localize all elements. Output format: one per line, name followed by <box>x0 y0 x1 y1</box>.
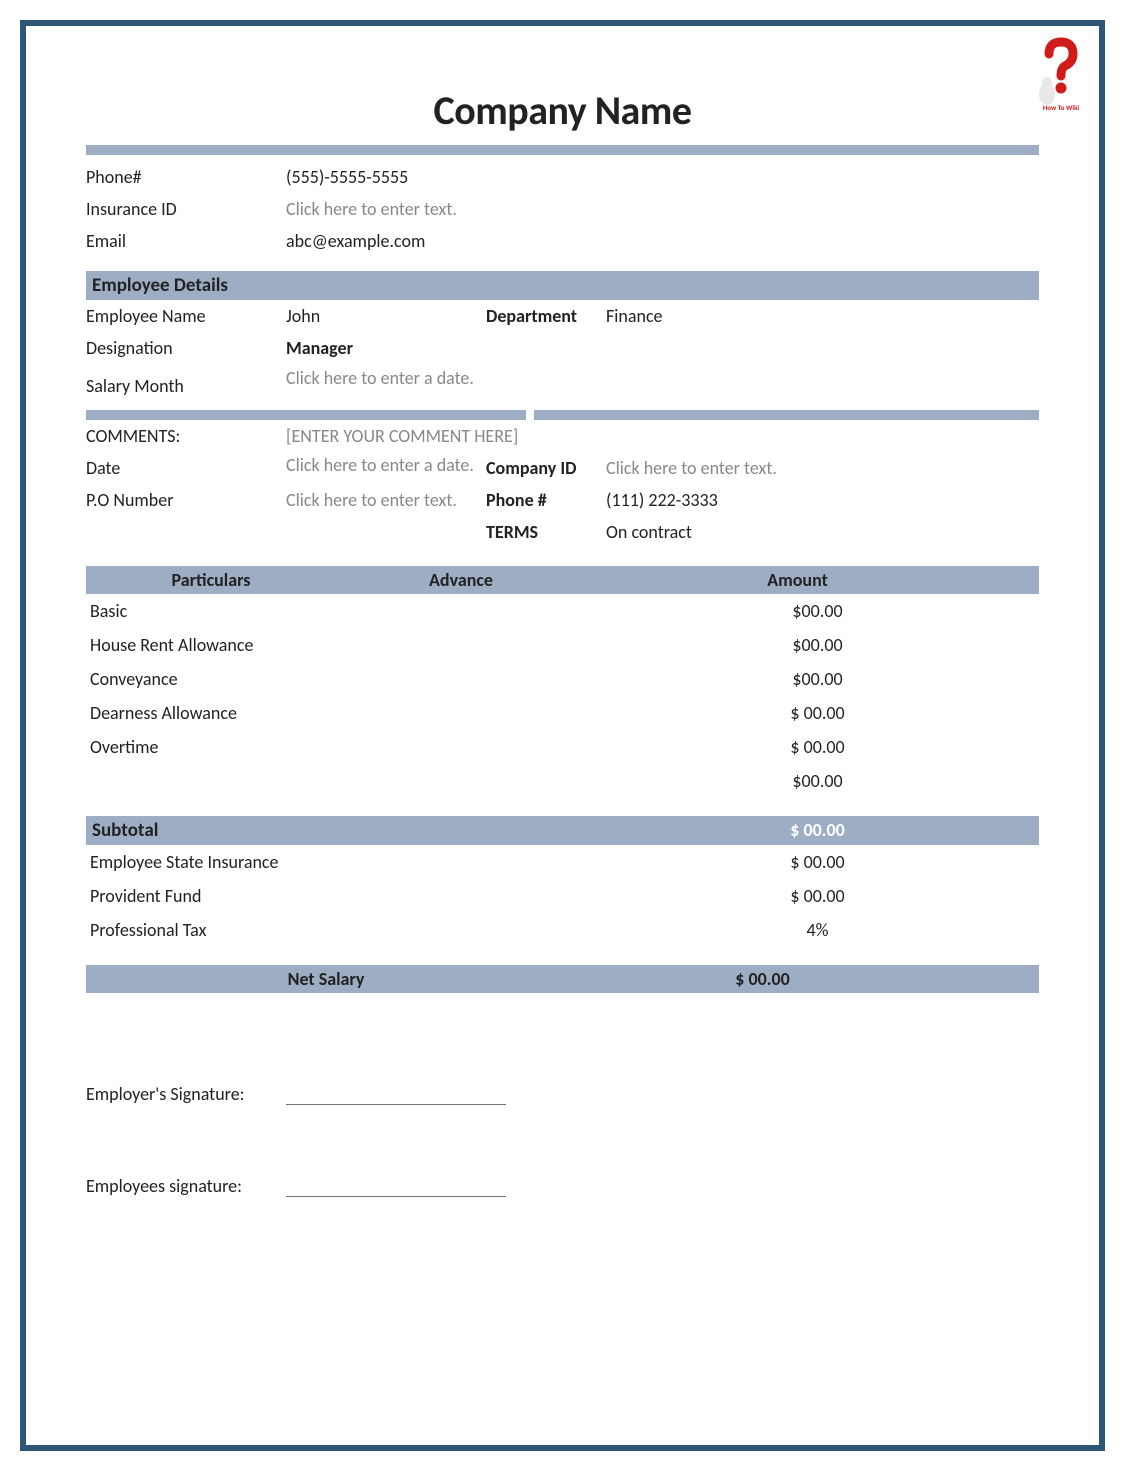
phone-row: Phone# (555)-5555-5555 <box>86 161 1039 193</box>
deduction-line: Professional Tax4% <box>86 913 1039 947</box>
col-amount: Amount <box>586 569 1039 591</box>
employer-signature-field[interactable] <box>286 1087 506 1105</box>
designation-value[interactable]: Manager <box>286 334 486 362</box>
deduction-line: Provident Fund$ 00.00 <box>86 879 1039 913</box>
date-value[interactable]: Click here to enter a date. <box>286 454 486 482</box>
department-label: Department <box>486 302 606 330</box>
particular-label: Overtime <box>86 733 626 761</box>
employee-name-value[interactable]: John <box>286 302 486 330</box>
deduction-rows: Employee State Insurance$ 00.00Provident… <box>86 845 1039 947</box>
insurance-label: Insurance ID <box>86 195 286 223</box>
phone-value[interactable]: (555)-5555-5555 <box>286 163 486 191</box>
particular-amount: $00.00 <box>626 597 1039 625</box>
particular-amount: $ 00.00 <box>626 699 1039 727</box>
particular-amount: $00.00 <box>626 665 1039 693</box>
net-salary-amount: $ 00.00 <box>566 968 1039 990</box>
comments-row: COMMENTS: [ENTER YOUR COMMENT HERE] <box>86 420 1039 452</box>
salary-line: House Rent Allowance$00.00 <box>86 628 1039 662</box>
employer-signature-label: Employer's Signature: <box>86 1083 286 1105</box>
department-value[interactable]: Finance <box>606 302 1039 330</box>
employer-signature-line: Employer's Signature: <box>86 1083 1039 1105</box>
salary-month-row: Salary Month Click here to enter a date. <box>86 364 1039 402</box>
col-particulars: Particulars <box>86 569 336 591</box>
date-row: Date Click here to enter a date. Company… <box>86 452 1039 484</box>
comments-value[interactable]: [ENTER YOUR COMMENT HERE] <box>286 422 686 450</box>
terms-value[interactable]: On contract <box>606 518 1039 546</box>
particular-amount: $00.00 <box>626 631 1039 659</box>
insurance-row: Insurance ID Click here to enter text. <box>86 193 1039 225</box>
terms-label: TERMS <box>486 518 606 546</box>
salary-month-label: Salary Month <box>86 366 286 400</box>
document-title: Company Name <box>86 86 1039 135</box>
salary-month-value[interactable]: Click here to enter a date. <box>286 366 486 400</box>
particular-label: Basic <box>86 597 626 625</box>
particular-label: House Rent Allowance <box>86 631 626 659</box>
phone2-label: Phone # <box>486 486 606 514</box>
particular-label <box>86 767 626 795</box>
phone2-value[interactable]: (111) 222-3333 <box>606 486 1039 514</box>
salary-line: Overtime$ 00.00 <box>86 730 1039 764</box>
col-advance: Advance <box>336 569 586 591</box>
companyid-label: Company ID <box>486 454 606 482</box>
po-label: P.O Number <box>86 486 286 514</box>
document-frame: How To Wiki Company Name Phone# (555)-55… <box>20 20 1105 1451</box>
salary-line: Dearness Allowance$ 00.00 <box>86 696 1039 730</box>
insurance-value[interactable]: Click here to enter text. <box>286 195 486 223</box>
salary-line: $00.00 <box>86 764 1039 798</box>
employee-signature-field[interactable] <box>286 1179 506 1197</box>
date-label: Date <box>86 454 286 482</box>
subtotal-amount: $ 00.00 <box>626 819 1039 842</box>
employee-name-label: Employee Name <box>86 302 286 330</box>
salary-table-header: Particulars Advance Amount <box>86 566 1039 594</box>
svg-text:How To Wiki: How To Wiki <box>1043 103 1080 112</box>
employee-signature-line: Employees signature: <box>86 1175 1039 1197</box>
net-salary-label: Net Salary <box>86 968 566 990</box>
deduction-amount: 4% <box>626 916 1039 944</box>
employee-details-header: Employee Details <box>86 271 1039 300</box>
signature-block: Employer's Signature: Employees signatur… <box>86 1083 1039 1197</box>
employee-name-row: Employee Name John Department Finance <box>86 300 1039 332</box>
email-label: Email <box>86 227 286 255</box>
deduction-label: Provident Fund <box>86 882 626 910</box>
deduction-line: Employee State Insurance$ 00.00 <box>86 845 1039 879</box>
deduction-label: Professional Tax <box>86 916 626 944</box>
designation-label: Designation <box>86 334 286 362</box>
comments-label: COMMENTS: <box>86 422 286 450</box>
subtotal-label: Subtotal <box>86 819 626 842</box>
net-salary-row: Net Salary $ 00.00 <box>86 965 1039 993</box>
designation-row: Designation Manager <box>86 332 1039 364</box>
howtowiki-logo: How To Wiki <box>1031 34 1091 117</box>
deduction-label: Employee State Insurance <box>86 848 626 876</box>
employee-signature-label: Employees signature: <box>86 1175 286 1197</box>
po-value[interactable]: Click here to enter text. <box>286 486 486 514</box>
email-row: Email abc@example.com <box>86 225 1039 257</box>
split-divider <box>86 410 1039 420</box>
terms-row: TERMS On contract <box>86 516 1039 548</box>
divider-bar <box>86 145 1039 155</box>
particular-label: Conveyance <box>86 665 626 693</box>
salary-rows: Basic$00.00House Rent Allowance$00.00Con… <box>86 594 1039 798</box>
particular-label: Dearness Allowance <box>86 699 626 727</box>
particular-amount: $00.00 <box>626 767 1039 795</box>
companyid-value[interactable]: Click here to enter text. <box>606 454 1039 482</box>
deduction-amount: $ 00.00 <box>626 882 1039 910</box>
deduction-amount: $ 00.00 <box>626 848 1039 876</box>
subtotal-row: Subtotal $ 00.00 <box>86 816 1039 845</box>
email-value[interactable]: abc@example.com <box>286 227 586 255</box>
particular-amount: $ 00.00 <box>626 733 1039 761</box>
po-row: P.O Number Click here to enter text. Pho… <box>86 484 1039 516</box>
phone-label: Phone# <box>86 163 286 191</box>
salary-line: Conveyance$00.00 <box>86 662 1039 696</box>
salary-line: Basic$00.00 <box>86 594 1039 628</box>
